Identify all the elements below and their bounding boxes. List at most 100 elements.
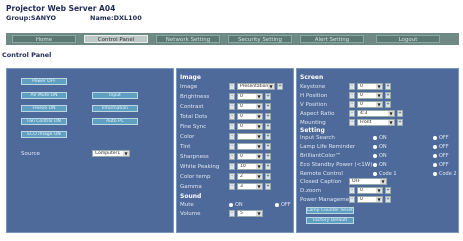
v-position-select[interactable]: 0 ▼ <box>357 101 383 108</box>
gamma-plus-button[interactable]: + <box>265 183 271 190</box>
nav-security-setting[interactable]: Security Setting <box>228 35 292 43</box>
total-dots-select[interactable]: 0 ▼ <box>237 113 263 120</box>
setting-header: Setting <box>300 127 325 134</box>
white-peaking-select[interactable]: 10 ▼ <box>237 163 263 170</box>
total-dots-plus-button[interactable]: + <box>265 113 271 120</box>
dzoom-plus-button[interactable]: + <box>385 187 391 194</box>
v-position-minus-button[interactable]: - <box>349 101 355 108</box>
lamp-life-reminder-second-radio[interactable]: OFF <box>433 144 449 150</box>
remote-control-first-radio[interactable]: Code 1 <box>373 171 397 177</box>
chevron-down-icon: ▼ <box>256 94 262 99</box>
white-peaking-plus-button[interactable]: + <box>265 163 271 170</box>
aspect-ratio-plus-button[interactable]: + <box>397 110 403 117</box>
h-position-minus-button[interactable]: - <box>349 92 355 99</box>
mounting-minus-button[interactable]: - <box>349 119 355 126</box>
remote-control-second-radio[interactable]: Code 2 <box>433 171 457 177</box>
sharpness-minus-button[interactable]: - <box>229 153 235 160</box>
image-plus-button[interactable]: + <box>277 83 283 90</box>
h-position-plus-button[interactable]: + <box>385 92 391 99</box>
color-plus-button[interactable]: + <box>265 133 271 140</box>
chevron-down-icon: ▼ <box>380 179 386 184</box>
gamma-minus-button[interactable]: - <box>229 183 235 190</box>
gamma-value: 3 <box>240 184 243 189</box>
tint-plus-button[interactable]: + <box>265 143 271 150</box>
lamp-life-reminder-first-radio[interactable]: ON <box>373 144 387 150</box>
lamp-life-reminder-option-label: OFF <box>439 144 449 150</box>
input-search-first-radio[interactable]: ON <box>373 135 387 141</box>
closed-caption-select[interactable]: OFF ▼ <box>349 178 387 185</box>
radio-dot-icon <box>433 171 437 176</box>
power-management-minus-button[interactable]: - <box>349 196 355 203</box>
sharpness-select[interactable]: 0 ▼ <box>237 153 263 160</box>
brightness-select[interactable]: 0 ▼ <box>237 93 263 100</box>
color-temp-plus-button[interactable]: + <box>265 173 271 180</box>
eco-standby-power-1w-first-radio[interactable]: ON <box>373 162 387 168</box>
brightness-value: 0 <box>240 94 243 99</box>
nav-home[interactable]: Home <box>12 35 76 43</box>
volume-minus-button[interactable]: - <box>229 210 235 217</box>
mute-on-radio[interactable]: ON <box>229 202 243 208</box>
nav-control-panel[interactable]: Control Panel <box>84 35 148 43</box>
power-off-button[interactable]: Power OFF <box>21 78 67 85</box>
volume-select[interactable]: 5 ▼ <box>237 210 263 217</box>
av-mute-button[interactable]: AV Mute ON <box>21 92 67 99</box>
keystone-plus-button[interactable]: + <box>385 83 391 90</box>
power-management-value: 0 <box>360 197 363 202</box>
brilliantcolor-first-radio[interactable]: ON <box>373 153 387 159</box>
input-search-second-radio[interactable]: OFF <box>433 135 449 141</box>
keystone-minus-button[interactable]: - <box>349 83 355 90</box>
factory-default-button[interactable]: Factory Default <box>306 217 354 224</box>
v-position-label: V Position <box>300 102 327 108</box>
source-select[interactable]: Computer1 ▼ <box>92 150 130 157</box>
mounting-plus-button[interactable]: + <box>397 119 403 126</box>
freeze-button[interactable]: Freeze ON <box>21 105 67 112</box>
dzoom-minus-button[interactable]: - <box>349 187 355 194</box>
tint-select[interactable]: ▼ <box>237 143 263 150</box>
white-peaking-minus-button[interactable]: - <box>229 163 235 170</box>
v-position-plus-button[interactable]: + <box>385 101 391 108</box>
fine-sync-label: Fine Sync <box>180 124 207 130</box>
power-management-select[interactable]: 0 ▼ <box>357 196 383 203</box>
power-management-plus-button[interactable]: + <box>385 196 391 203</box>
contrast-select[interactable]: 0 ▼ <box>237 103 263 110</box>
brightness-minus-button[interactable]: - <box>229 93 235 100</box>
color-temp-select[interactable]: 2 ▼ <box>237 173 263 180</box>
aspect-ratio-minus-button[interactable]: - <box>349 110 355 117</box>
information-button[interactable]: Information <box>92 105 138 112</box>
color-temp-minus-button[interactable]: - <box>229 173 235 180</box>
fan-control-button[interactable]: Fan Control ON <box>21 118 67 125</box>
mounting-select[interactable]: Front ▼ <box>357 119 395 126</box>
auto-pc-button[interactable]: Auto PC <box>92 118 138 125</box>
gamma-select[interactable]: 3 ▼ <box>237 183 263 190</box>
color-minus-button[interactable]: - <box>229 133 235 140</box>
color-select[interactable]: ▼ <box>237 133 263 140</box>
volume-label: Volume <box>180 211 201 217</box>
h-position-select[interactable]: 0 ▼ <box>357 92 383 99</box>
tint-minus-button[interactable]: - <box>229 143 235 150</box>
keystone-select[interactable]: 0 ▼ <box>357 83 383 90</box>
image-select[interactable]: Presentation ▼ <box>237 83 275 90</box>
eco-image-button[interactable]: ECO Image ON <box>21 131 67 138</box>
fine-sync-minus-button[interactable]: - <box>229 123 235 130</box>
contrast-minus-button[interactable]: - <box>229 103 235 110</box>
fine-sync-select[interactable]: 0 ▼ <box>237 123 263 130</box>
group-label: Group:SANYO <box>6 14 57 22</box>
brilliantcolor-second-radio[interactable]: OFF <box>433 153 449 159</box>
chevron-down-icon: ▼ <box>123 151 129 156</box>
remote-control-option-label: Code 1 <box>379 171 397 177</box>
total-dots-minus-button[interactable]: - <box>229 113 235 120</box>
eco-standby-power-1w-second-radio[interactable]: OFF <box>433 162 449 168</box>
nav-network-setting[interactable]: Network Setting <box>156 35 220 43</box>
dzoom-select[interactable]: 0 ▼ <box>357 187 383 194</box>
fine-sync-plus-button[interactable]: + <box>265 123 271 130</box>
brightness-plus-button[interactable]: + <box>265 93 271 100</box>
nav-logout[interactable]: Logout <box>376 35 440 43</box>
aspect-ratio-select[interactable]: 4:3 ▼ <box>357 110 395 117</box>
lamp-counter-reset-button[interactable]: Lamp Counter Reset <box>306 207 354 214</box>
input-button[interactable]: Input <box>92 92 138 99</box>
contrast-plus-button[interactable]: + <box>265 103 271 110</box>
nav-alert-setting[interactable]: Alert Setting <box>300 35 364 43</box>
sharpness-plus-button[interactable]: + <box>265 153 271 160</box>
mute-off-radio[interactable]: OFF <box>275 202 291 208</box>
image-minus-button[interactable]: - <box>229 83 235 90</box>
